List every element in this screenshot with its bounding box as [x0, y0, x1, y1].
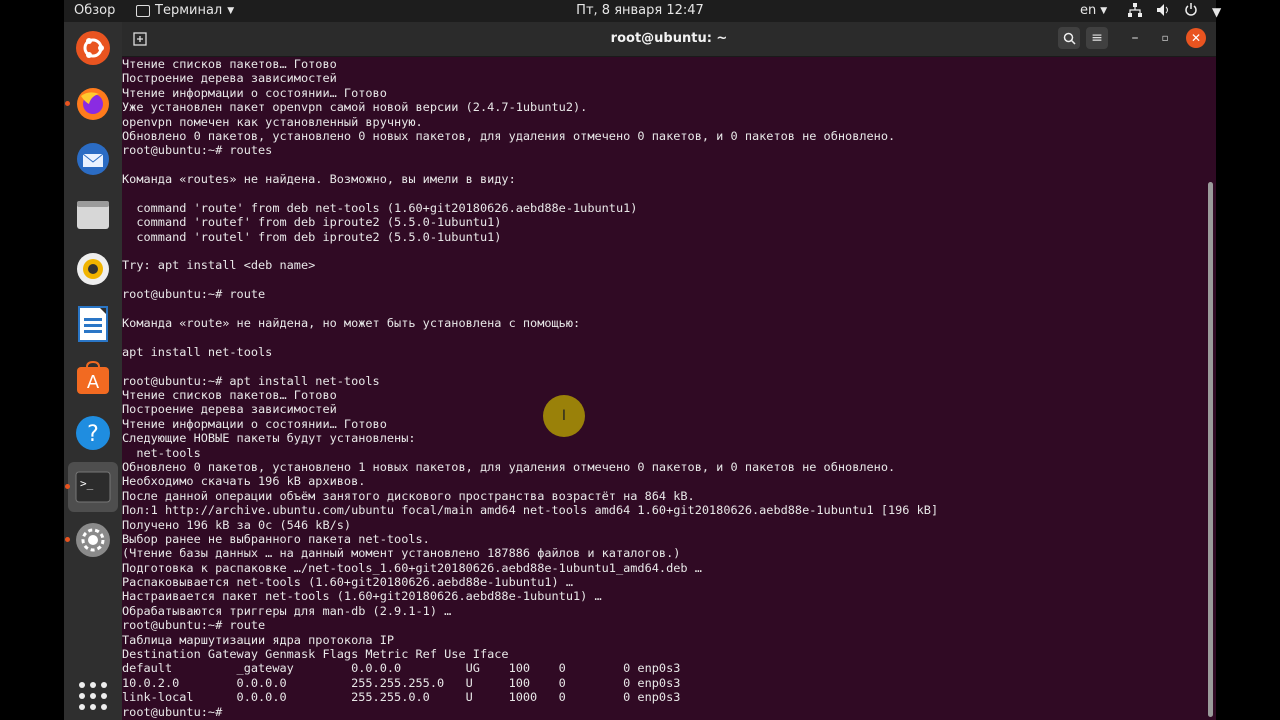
terminal-line: openvpn помечен как установленный вручну…: [122, 114, 423, 129]
rhythmbox-icon[interactable]: [73, 249, 113, 289]
terminal-line: Команда «routes» не найдена. Возможно, в…: [122, 172, 516, 187]
terminal-line: Пол:1 http://archive.ubuntu.com/ubuntu f…: [122, 503, 939, 518]
terminal-line: Чтение информации о состоянии… Готово: [122, 85, 387, 100]
dock: A ? >_: [64, 22, 122, 720]
terminal-line: Команда «route» не найдена, но может быт…: [122, 316, 581, 331]
terminal-line: Чтение списков пакетов… Готово: [122, 57, 337, 71]
lang-label: en: [1080, 3, 1097, 18]
libreoffice-writer-icon[interactable]: [73, 304, 113, 344]
terminal-line: command 'route' from deb net-tools (1.60…: [122, 200, 638, 215]
hamburger-icon: ≡: [1091, 30, 1103, 46]
maximize-icon: ▫: [1161, 32, 1169, 44]
keyboard-layout-indicator[interactable]: en ▼: [1080, 3, 1107, 18]
terminal-line: root@ubuntu:~#: [122, 704, 230, 719]
terminal-line: command 'routef' from deb iproute2 (5.5.…: [122, 215, 502, 230]
terminal-line: root@ubuntu:~# apt install net-tools: [122, 373, 380, 388]
help-icon[interactable]: ?: [73, 413, 113, 453]
terminal-line: Обновлено 0 пакетов, установлено 0 новых…: [122, 128, 896, 143]
maximize-button[interactable]: ▫: [1154, 27, 1176, 49]
terminal-output[interactable]: Чтение списков пакетов… Готово Построение…: [122, 57, 1206, 720]
minimize-icon: –: [1131, 30, 1139, 46]
terminal-line: root@ubuntu:~# route: [122, 287, 266, 302]
window-titlebar[interactable]: root@ubuntu: ~ ≡ – ▫ ✕: [122, 22, 1216, 57]
terminal-line: Обновлено 0 пакетов, установлено 1 новых…: [122, 459, 896, 474]
svg-text:?: ?: [87, 422, 99, 447]
terminal-line: Получено 196 kB за 0с (546 kB/s): [122, 517, 352, 532]
text-cursor-icon: I: [561, 408, 567, 424]
minimize-button[interactable]: –: [1124, 27, 1146, 49]
terminal-line: root@ubuntu:~# route: [122, 618, 266, 633]
files-icon[interactable]: [73, 194, 113, 234]
terminal-line: Подготовка к распаковке …/net-tools_1.60…: [122, 560, 702, 575]
search-icon: [1063, 32, 1076, 45]
scrollbar[interactable]: [1208, 182, 1213, 717]
hamburger-menu-button[interactable]: ≡: [1086, 27, 1108, 49]
terminal-icon[interactable]: >_: [65, 462, 118, 512]
terminal-line: Распаковывается net-tools (1.60+git20180…: [122, 575, 574, 590]
settings-icon[interactable]: [65, 520, 113, 560]
network-icon: [1128, 3, 1142, 20]
terminal-window: root@ubuntu: ~ ≡ – ▫ ✕ Чтение списков па…: [122, 22, 1216, 720]
terminal-line: command 'routel' from deb iproute2 (5.5.…: [122, 229, 502, 244]
running-indicator: [65, 484, 70, 489]
app-menu-label: Терминал: [155, 3, 223, 18]
terminal-line: net-tools: [122, 445, 201, 460]
thunderbird-icon[interactable]: [73, 139, 113, 179]
app-menu[interactable]: Терминал ▼: [136, 3, 234, 18]
terminal-line: Обрабатываются триггеры для man-db (2.9.…: [122, 603, 452, 618]
mouse-cursor-highlight: I: [543, 395, 585, 437]
terminal-text: Чтение списков пакетов… Готово Построение…: [122, 57, 938, 719]
power-icon: [1184, 3, 1198, 20]
ubuntu-software-icon[interactable]: A: [73, 358, 113, 398]
terminal-line: (Чтение базы данных … на данный момент у…: [122, 546, 681, 561]
terminal-line: Построение дерева зависимостей: [122, 402, 337, 417]
terminal-line: Следующие НОВЫЕ пакеты будут установлены…: [122, 431, 416, 446]
window-title: root@ubuntu: ~: [610, 31, 728, 46]
terminal-line: Настраивается пакет net-tools (1.60+git2…: [122, 589, 602, 604]
running-indicator: [65, 537, 70, 542]
chevron-down-icon: ▼: [227, 5, 235, 16]
search-button[interactable]: [1058, 27, 1080, 49]
terminal-line: Таблица маршутизации ядра протокола IP: [122, 632, 395, 647]
terminal-line: default _gateway 0.0.0.0 UG 100 0 0 enp0…: [122, 661, 681, 676]
svg-text:A: A: [87, 372, 100, 393]
terminal-line: link-local 0.0.0.0 255.255.0.0 U 1000 0 …: [122, 690, 681, 705]
terminal-line: root@ubuntu:~# routes: [122, 143, 273, 158]
svg-text:>_: >_: [80, 477, 94, 490]
terminal-line: Выбор ранее не выбранного пакета net-too…: [122, 531, 430, 546]
terminal-line: Чтение списков пакетов… Готово: [122, 387, 337, 402]
terminal-line: Необходимо скачать 196 kB архивов.: [122, 474, 366, 489]
clock[interactable]: Пт, 8 января 12:47: [576, 3, 704, 18]
terminal-line: Try: apt install <deb name>: [122, 258, 316, 273]
terminal-line: После данной операции объём занятого дис…: [122, 488, 695, 503]
system-tray[interactable]: ▼: [1128, 3, 1221, 20]
terminal-line: Destination Gateway Genmask Flags Metric…: [122, 647, 509, 662]
terminal-line: Уже установлен пакет openvpn самой новой…: [122, 100, 588, 115]
volume-icon: [1156, 3, 1170, 20]
firefox-icon[interactable]: [65, 84, 113, 124]
close-button[interactable]: ✕: [1186, 28, 1206, 48]
terminal-small-icon: [136, 4, 150, 17]
show-applications-button[interactable]: [79, 682, 107, 710]
terminal-line: Чтение информации о состоянии… Готово: [122, 416, 387, 431]
ubuntu-logo-icon[interactable]: [73, 28, 113, 68]
close-icon: ✕: [1190, 31, 1202, 45]
chevron-down-icon: ▼: [1212, 4, 1222, 19]
chevron-down-icon: ▼: [1100, 5, 1108, 16]
terminal-line: apt install net-tools: [122, 344, 273, 359]
terminal-line: Построение дерева зависимостей: [122, 71, 337, 86]
activities-button[interactable]: Обзор: [74, 3, 115, 18]
running-indicator: [65, 101, 70, 106]
top-panel: Обзор Терминал ▼ Пт, 8 января 12:47 en ▼…: [64, 0, 1221, 22]
terminal-line: 10.0.2.0 0.0.0.0 255.255.255.0 U 100 0 0…: [122, 675, 681, 690]
